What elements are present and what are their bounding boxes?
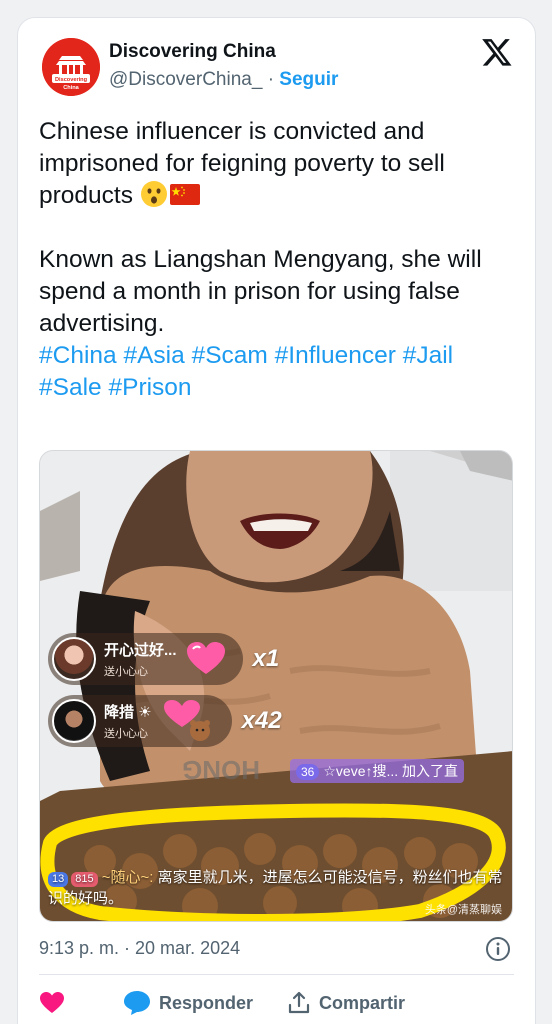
hashtag-list: #China #Asia #Scam #Influencer #Jail #Sa…	[39, 340, 519, 404]
china-flag-icon	[169, 184, 200, 205]
join-notice-text: ☆veve↑搜... 加入了直	[323, 763, 459, 779]
tweet-actions: Responder Compartir	[39, 988, 439, 1018]
gift-count: x1	[252, 645, 280, 672]
tweet-body: Chinese influencer is convicted and impr…	[39, 116, 519, 404]
gift-pill: 开心过好... 送小心心	[48, 633, 243, 685]
hashtag-jail[interactable]: #Jail	[403, 342, 453, 369]
gifter-avatar	[52, 637, 96, 681]
gift-description: 送小心心	[104, 666, 148, 678]
hashtag-sale[interactable]: #Sale	[39, 374, 102, 401]
join-level-badge: 36	[296, 764, 320, 780]
media-watermark: 头条@清蒸聊娱	[424, 904, 502, 916]
gift-notification: 开心过好... 送小心心 x1	[48, 633, 279, 685]
share-icon	[288, 991, 310, 1014]
gift-description: 送小心心	[104, 728, 148, 740]
sweater-logo-text: HONG	[182, 755, 260, 785]
info-icon[interactable]	[485, 936, 511, 962]
tweet-card: Discovering China Discovering China @Dis…	[17, 17, 536, 1024]
x-logo-icon[interactable]	[481, 36, 513, 68]
heart-bear-gift-icon	[163, 700, 210, 741]
heart-gift-icon	[186, 642, 225, 674]
gifter-avatar	[52, 699, 96, 743]
author-avatar[interactable]: Discovering China	[42, 38, 100, 96]
tweet-media-image[interactable]: HONG 开心过好... 送小心心 x1 降措 ☀ 送小心心 x42 36 ☆v…	[39, 450, 513, 922]
follow-button[interactable]: Seguir	[279, 69, 338, 90]
handle-separator: ·	[267, 69, 275, 90]
comment-heart-badge: 815	[71, 872, 98, 887]
svg-text:China: China	[63, 85, 79, 91]
gifter-name: 降措 ☀	[104, 704, 152, 721]
author-handle-row: @DiscoverChina_ · Seguir	[109, 69, 338, 91]
divider	[39, 974, 514, 975]
join-notice: 36 ☆veve↑搜... 加入了直	[290, 759, 465, 783]
hashtag-china[interactable]: #China	[39, 342, 117, 369]
gift-notification: 降措 ☀ 送小心心 x42	[48, 695, 282, 747]
share-button[interactable]: Compartir	[287, 991, 405, 1015]
hashtag-influencer[interactable]: #Influencer	[275, 342, 396, 369]
hashtag-asia[interactable]: #Asia	[123, 342, 184, 369]
hashtag-prison[interactable]: #Prison	[108, 374, 191, 401]
hashtag-scam[interactable]: #Scam	[192, 342, 268, 369]
tweet-paragraph-1: Chinese influencer is convicted and impr…	[39, 116, 519, 212]
comment-user: ~随心~:	[101, 869, 154, 886]
like-button[interactable]	[39, 991, 73, 1015]
heart-icon	[40, 992, 64, 1013]
comment-level-badge: 13	[48, 872, 69, 887]
svg-text:Discovering: Discovering	[55, 77, 88, 83]
speech-bubble-icon	[124, 991, 150, 1015]
livestream-scene: HONG	[40, 451, 512, 921]
gift-count: x42	[241, 707, 282, 734]
astonished-face-emoji-icon	[140, 181, 167, 207]
tweet-paragraph-2: Known as Liangshan Mengyang, she will sp…	[39, 246, 482, 337]
author-display-name[interactable]: Discovering China	[109, 41, 276, 63]
reply-label: Responder	[159, 992, 254, 1013]
tweet-text-line1: Chinese influencer is convicted and impr…	[39, 118, 445, 209]
tweet-timestamp[interactable]: 9:13 p. m. · 20 mar. 2024	[39, 938, 240, 959]
reply-button[interactable]: Responder	[123, 990, 253, 1016]
share-label: Compartir	[319, 992, 406, 1013]
author-handle[interactable]: @DiscoverChina_	[109, 69, 262, 90]
gifter-name: 开心过好...	[104, 642, 177, 659]
discovering-china-logo: Discovering China	[42, 38, 100, 96]
gift-pill: 降措 ☀ 送小心心	[48, 695, 232, 747]
